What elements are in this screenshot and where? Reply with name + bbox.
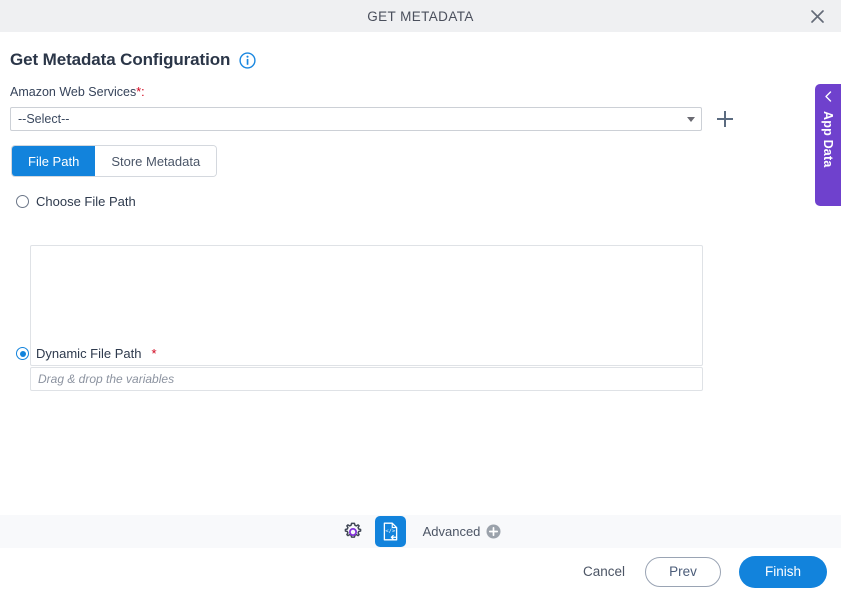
dialog-footer: Cancel Prev Finish <box>0 548 841 595</box>
code-document-icon: </> <box>383 522 397 541</box>
cancel-button[interactable]: Cancel <box>581 560 627 583</box>
aws-label-text: Amazon Web Services <box>10 85 137 99</box>
app-data-panel-toggle[interactable]: App Data <box>815 84 841 206</box>
aws-select-value: --Select-- <box>18 112 70 126</box>
prev-button[interactable]: Prev <box>645 556 721 587</box>
dynamic-file-path-radio[interactable] <box>16 347 29 360</box>
advanced-label: Advanced <box>422 524 481 539</box>
dynamic-file-path-label: Dynamic File Path <box>36 346 142 361</box>
dialog-body: Get Metadata Configuration Amazon Web Se… <box>0 32 841 515</box>
app-data-label: App Data <box>821 111 835 168</box>
close-button[interactable] <box>801 0 833 32</box>
advanced-settings-button[interactable]: Advanced <box>423 524 502 539</box>
dialog-title: GET METADATA <box>367 8 474 24</box>
file-path-tabs: File Path Store Metadata <box>12 146 217 176</box>
page-title: Get Metadata Configuration <box>10 50 231 69</box>
aws-select[interactable]: --Select-- <box>10 107 702 131</box>
tab-store-metadata[interactable]: Store Metadata <box>95 146 217 176</box>
chevron-left-icon <box>824 91 831 102</box>
gear-icon <box>344 522 361 538</box>
finish-button[interactable]: Finish <box>739 555 827 588</box>
aws-field-label: Amazon Web Services*: <box>10 85 145 99</box>
svg-text:</>: </> <box>385 529 396 535</box>
settings-button[interactable] <box>340 519 366 545</box>
dynamic-file-path-option[interactable]: Dynamic File Path * <box>16 346 157 361</box>
aws-select-row: --Select-- <box>10 107 734 131</box>
circle-plus-icon[interactable] <box>486 524 501 539</box>
bottom-toolbar: </> Advanced <box>0 515 841 548</box>
aws-required-mark: *: <box>136 85 145 99</box>
dialog-title-bar: GET METADATA <box>0 0 841 32</box>
choose-file-path-option[interactable]: Choose File Path <box>16 194 136 209</box>
page-header: Get Metadata Configuration <box>10 50 256 70</box>
info-icon[interactable] <box>239 51 256 69</box>
choose-file-path-label: Choose File Path <box>36 194 136 209</box>
chevron-down-icon <box>687 116 695 122</box>
dynamic-file-path-input[interactable] <box>30 367 703 391</box>
tab-file-path[interactable]: File Path <box>12 146 96 176</box>
code-view-button[interactable]: </> <box>374 516 406 547</box>
close-icon <box>810 9 824 23</box>
add-connection-button[interactable] <box>716 110 734 128</box>
choose-file-path-radio[interactable] <box>16 195 29 208</box>
